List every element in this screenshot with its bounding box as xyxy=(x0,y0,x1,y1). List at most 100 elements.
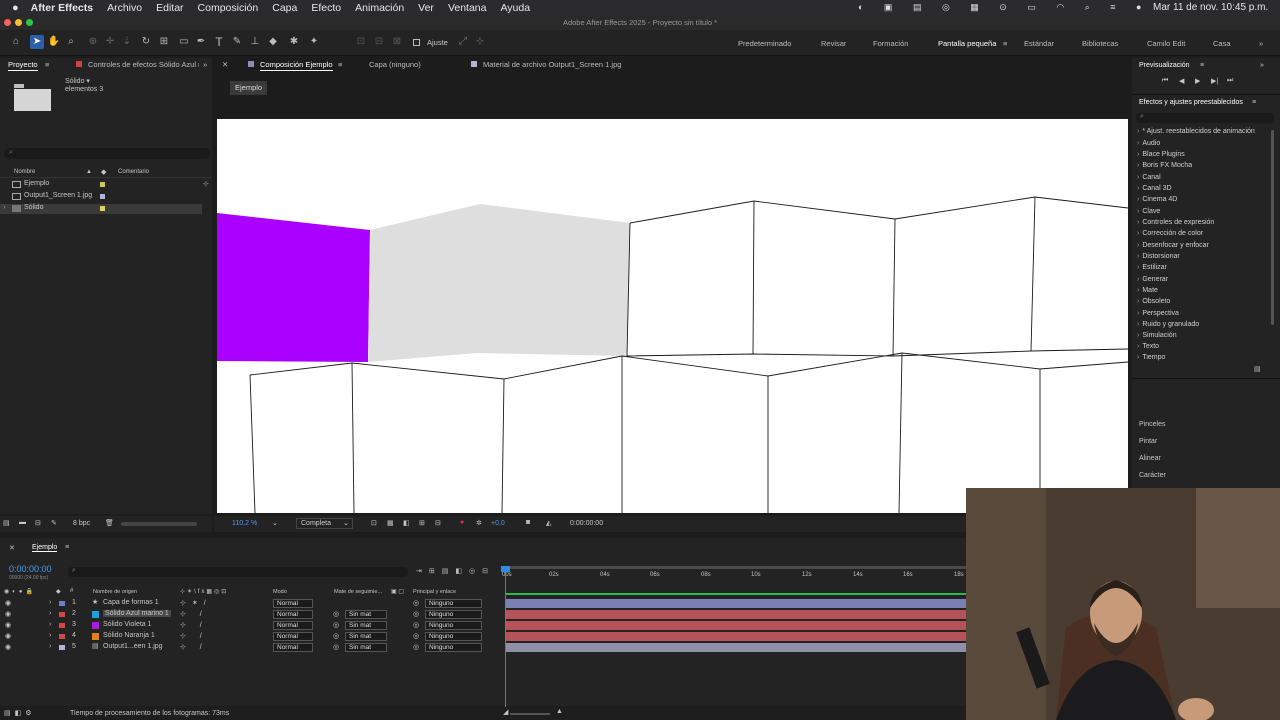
matte-icons[interactable]: ▣ ▢ xyxy=(391,588,404,595)
effect-category[interactable]: Boris FX Mocha xyxy=(1137,162,1192,169)
label-swatch[interactable] xyxy=(59,612,65,617)
selection-tool-icon[interactable]: ➤ xyxy=(30,35,44,49)
workspace-revisar[interactable]: Revisar xyxy=(821,39,846,48)
thumbnail-slider[interactable] xyxy=(121,522,197,526)
region-of-interest-icon[interactable]: ⊡ xyxy=(371,519,377,527)
column-parent[interactable]: Principal y enlace xyxy=(413,589,456,595)
tab-menu-icon[interactable]: ≡ xyxy=(65,544,69,551)
tab-preview[interactable]: Previsualización xyxy=(1139,62,1190,69)
project-item-row[interactable]: Output1_Screen 1.jpg xyxy=(0,192,212,202)
timeline-close-icon[interactable]: ✕ xyxy=(9,544,15,552)
effect-category[interactable]: Simulación xyxy=(1137,332,1176,339)
menu-ver[interactable]: Ver xyxy=(418,2,434,14)
parent-pickwhip-icon[interactable]: ◎ xyxy=(413,632,419,640)
home-icon[interactable]: ⌂ xyxy=(9,35,23,49)
transparency-grid-icon[interactable]: ▦ xyxy=(387,519,394,527)
menu-archivo[interactable]: Archivo xyxy=(107,2,142,14)
parent-pickwhip-icon[interactable]: ◎ xyxy=(413,621,419,629)
matte-dropdown[interactable]: Sin mat xyxy=(345,621,387,630)
tab-menu-icon[interactable]: ≡ xyxy=(45,60,49,69)
zoom-tool-icon[interactable]: ⌕ xyxy=(64,35,78,49)
panel-overflow-icon[interactable]: » xyxy=(203,60,207,69)
mode-dropdown[interactable]: Normal xyxy=(273,610,313,619)
clone-tool-icon[interactable]: ⊥ xyxy=(248,35,262,49)
zoom-in-icon[interactable]: ▲ xyxy=(556,708,563,715)
workspace-pantalla-pequena[interactable]: Pantalla pequeña xyxy=(938,39,996,48)
tab-footage[interactable]: Material de archivo Output1_Screen 1.jpg xyxy=(483,60,621,69)
composition-canvas[interactable] xyxy=(217,119,1128,513)
panel-caracter[interactable]: Carácter xyxy=(1139,472,1166,479)
expand-arrow-icon[interactable]: › xyxy=(49,610,51,617)
effect-category[interactable]: Obsoleto xyxy=(1137,298,1170,305)
workspace-formacion[interactable]: Formación xyxy=(873,39,908,48)
effect-category[interactable]: Canal 3D xyxy=(1137,185,1171,192)
layer-switch-icons[interactable]: ⊹ / xyxy=(180,610,208,618)
layer-name[interactable]: Sólido Violeta 1 xyxy=(103,621,152,628)
column-name[interactable]: Nombre xyxy=(14,169,35,175)
tab-layer[interactable]: Capa (ninguno) xyxy=(369,60,421,69)
workspace-camilo-edit[interactable]: Camilo Edit xyxy=(1147,39,1185,48)
layer-switch-icons[interactable]: ⊹ / xyxy=(180,643,208,651)
effect-category[interactable]: Estilizar xyxy=(1137,264,1167,271)
project-info-type[interactable]: Sólido ▾ xyxy=(65,77,90,85)
flowchart-icon[interactable]: ⊹ xyxy=(203,180,209,188)
layer-row[interactable]: ◉ › 4 Sólido Naranja 1 ⊹ / Normal ◎ Sin … xyxy=(0,631,966,642)
adjust-icon[interactable]: ✎ xyxy=(51,519,57,527)
effect-category[interactable]: Canal xyxy=(1137,174,1160,181)
mask-visibility-icon[interactable]: ◧ xyxy=(403,519,410,527)
matte-pickwhip-icon[interactable]: ◎ xyxy=(333,632,339,640)
layer-name[interactable]: Output1...een 1.jpg xyxy=(103,643,163,650)
close-icon[interactable] xyxy=(4,19,11,26)
expand-arrow-icon[interactable]: › xyxy=(3,204,5,211)
rotate-tool-icon[interactable]: ↻ xyxy=(139,35,153,49)
timeline-tab[interactable]: Ejemplo xyxy=(32,544,58,552)
effect-category[interactable]: Perspectiva xyxy=(1137,310,1179,317)
brush-tool-icon[interactable]: ✎ xyxy=(230,35,244,49)
orbit-tool-icon[interactable]: ⊕ xyxy=(86,35,100,49)
preview-overflow-icon[interactable]: » xyxy=(1260,62,1264,69)
mode-dropdown[interactable]: Normal xyxy=(273,599,313,608)
playhead[interactable] xyxy=(505,566,506,708)
layer-name[interactable]: Sólido Naranja 1 xyxy=(103,632,155,639)
column-track-matte[interactable]: Mate de seguimie... xyxy=(334,589,382,595)
pen-tool-icon[interactable]: ✒ xyxy=(194,35,208,49)
workspace-menu-icon[interactable]: ≡ xyxy=(1003,39,1007,48)
text-tool-icon[interactable]: T xyxy=(212,35,226,49)
timeline-timecode[interactable]: 0:00:00:00 xyxy=(9,564,52,574)
zoom-dropdown-icon[interactable]: ⌄ xyxy=(272,519,278,527)
effect-category[interactable]: Cinema 4D xyxy=(1137,196,1177,203)
expand-arrow-icon[interactable]: › xyxy=(49,621,51,628)
effect-category[interactable]: Texto xyxy=(1137,343,1159,350)
effect-category[interactable]: Tiempo xyxy=(1137,354,1165,362)
effect-category[interactable]: Distorsionar xyxy=(1137,253,1179,260)
matte-pickwhip-icon[interactable]: ◎ xyxy=(333,643,339,651)
parent-dropdown[interactable]: Ninguno xyxy=(425,632,482,641)
effect-category[interactable]: * Ajust. reestablecidos de animación xyxy=(1137,128,1254,135)
snap-grid-icon[interactable]: ⊹ xyxy=(473,35,487,49)
exposure-value[interactable]: +0,0 xyxy=(491,520,505,527)
status-icons[interactable]: ◐ ▣ ▤ ◎ ▦ ⊙ ▭ ◠ ⌕ ≡ ● xyxy=(858,2,1150,13)
snapshot-icon[interactable]: ◙ xyxy=(526,519,530,526)
distribute-v-icon[interactable]: ⊠ xyxy=(390,35,404,49)
sort-arrow-icon[interactable]: ▲ xyxy=(86,169,92,175)
pan-tool-icon[interactable]: ✛ xyxy=(103,35,117,49)
puppet-tool-icon[interactable]: ✦ xyxy=(307,35,321,49)
tab-composition[interactable]: Composición Ejemplo xyxy=(260,60,333,71)
visibility-eye-icon[interactable]: ◉ xyxy=(5,599,11,607)
visibility-eye-icon[interactable]: ◉ xyxy=(5,621,11,629)
effect-category[interactable]: Ruido y granulado xyxy=(1137,321,1199,328)
av-features-icons[interactable]: ◉◐●🔒 xyxy=(4,588,36,595)
parent-dropdown[interactable]: Ninguno xyxy=(425,610,482,619)
composition-breadcrumb[interactable]: Ejemplo xyxy=(230,81,268,95)
3d-view-icon[interactable]: ⊟ xyxy=(435,519,441,527)
mode-dropdown[interactable]: Normal xyxy=(273,643,313,652)
effect-category[interactable]: Audio xyxy=(1137,140,1160,147)
menu-ventana[interactable]: Ventana xyxy=(448,2,487,14)
parent-dropdown[interactable]: Ninguno xyxy=(425,621,482,630)
layer-switch-icons[interactable]: ⊹ / xyxy=(180,632,208,640)
pan-behind-tool-icon[interactable]: ⊞ xyxy=(157,35,171,49)
last-frame-icon[interactable]: ⏭ xyxy=(1227,77,1233,85)
snap-checkbox[interactable] xyxy=(413,39,420,46)
next-frame-icon[interactable]: ▶| xyxy=(1211,77,1218,85)
layer-switch-icons[interactable]: ⊹ / xyxy=(180,621,208,629)
